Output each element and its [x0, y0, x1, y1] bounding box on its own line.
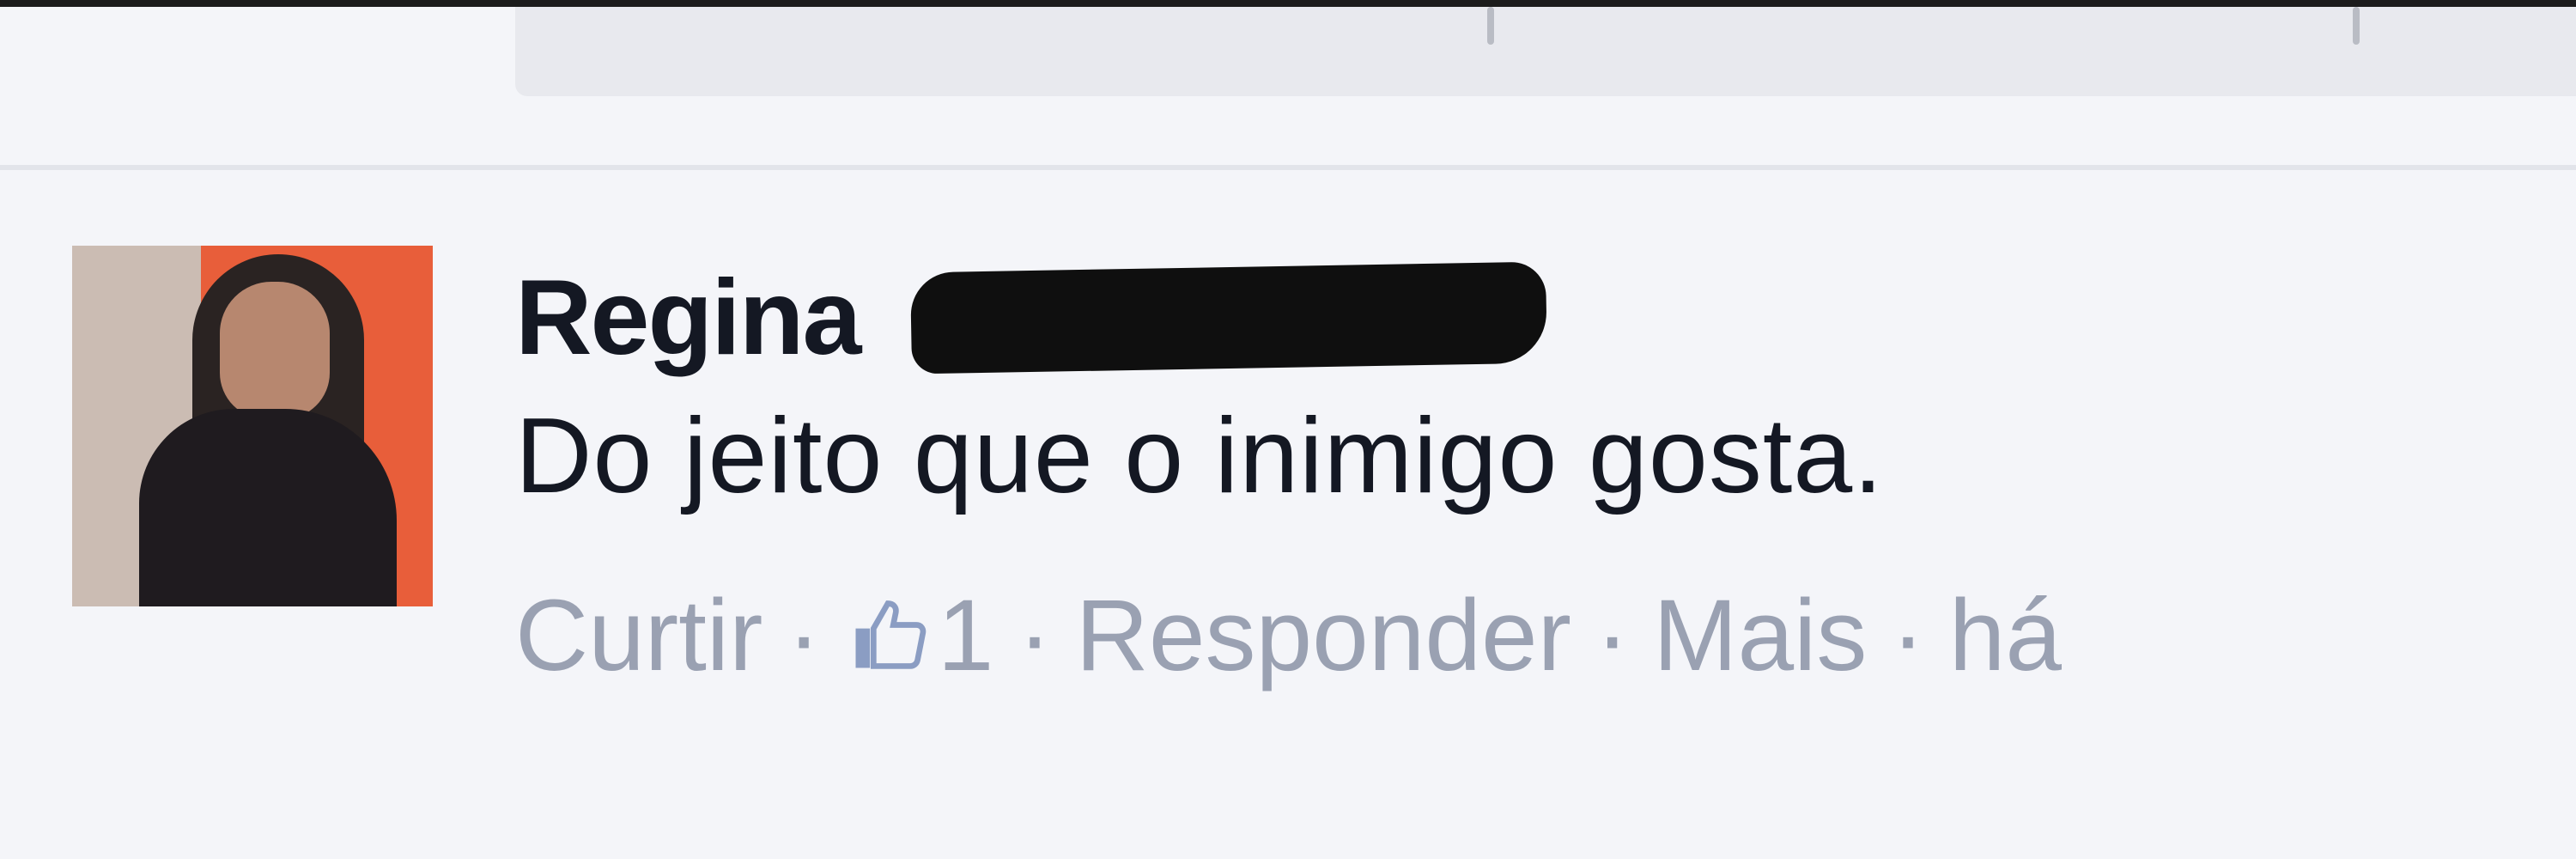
- avatar-face: [220, 282, 330, 419]
- separator: ·: [1018, 579, 1052, 692]
- thumbs-up-icon: [855, 600, 927, 669]
- separator: ·: [1595, 579, 1630, 692]
- more-button[interactable]: Mais: [1653, 577, 1867, 694]
- comment-text: Do jeito que o inimigo gosta.: [515, 397, 1884, 515]
- separator: ·: [787, 579, 821, 692]
- like-count: 1: [937, 579, 994, 692]
- author-row: Regina: [515, 258, 2524, 378]
- avatar-body: [139, 409, 397, 606]
- comment-actions: Curtir · 1 · Responder · Mais · há: [515, 577, 2524, 694]
- like-button[interactable]: Curtir: [515, 577, 762, 694]
- comment: Regina Do jeito que o inimigo gosta. Cur…: [515, 258, 2524, 694]
- reply-button[interactable]: Responder: [1076, 577, 1571, 694]
- timestamp[interactable]: há: [1949, 577, 2062, 694]
- avatar[interactable]: [72, 246, 433, 606]
- top-edge: [0, 0, 2576, 7]
- like-count-group[interactable]: 1: [845, 577, 994, 694]
- separator: ·: [1891, 579, 1925, 692]
- comment-divider: [0, 165, 2576, 170]
- redacted-surname: [910, 261, 1548, 375]
- previous-comment-bar: [515, 7, 2576, 96]
- author-name[interactable]: Regina: [515, 257, 861, 379]
- bar-tick: [1487, 7, 1494, 45]
- bar-tick: [2353, 7, 2360, 45]
